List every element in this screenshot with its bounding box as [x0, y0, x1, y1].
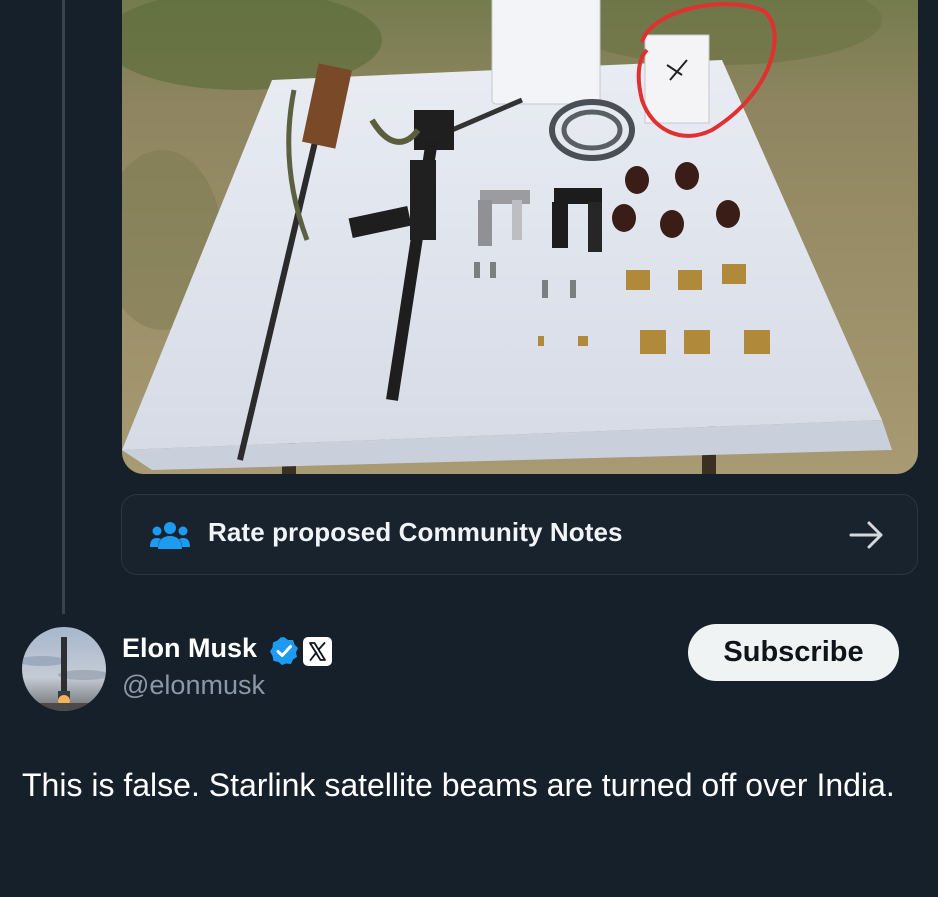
- author-handle[interactable]: @elonmusk: [122, 670, 265, 701]
- avatar-image: [22, 627, 106, 711]
- x-affiliation-badge[interactable]: [303, 637, 332, 666]
- tweet-media-image[interactable]: [122, 0, 918, 474]
- photo-illustration: [122, 0, 918, 474]
- author-avatar[interactable]: [22, 627, 106, 711]
- verified-badge-icon[interactable]: [269, 636, 299, 666]
- x-logo-icon: [309, 642, 326, 661]
- arrow-right-icon: [849, 521, 883, 549]
- rate-community-notes-button[interactable]: Rate proposed Community Notes: [121, 494, 918, 575]
- subscribe-button[interactable]: Subscribe: [688, 624, 899, 681]
- post-text: This is false. Starlink satellite beams …: [22, 767, 895, 803]
- people-group-icon: [150, 522, 190, 549]
- thread-connector-line: [62, 0, 65, 614]
- author-display-name[interactable]: Elon Musk: [122, 633, 257, 664]
- rate-community-notes-label: Rate proposed Community Notes: [208, 517, 623, 547]
